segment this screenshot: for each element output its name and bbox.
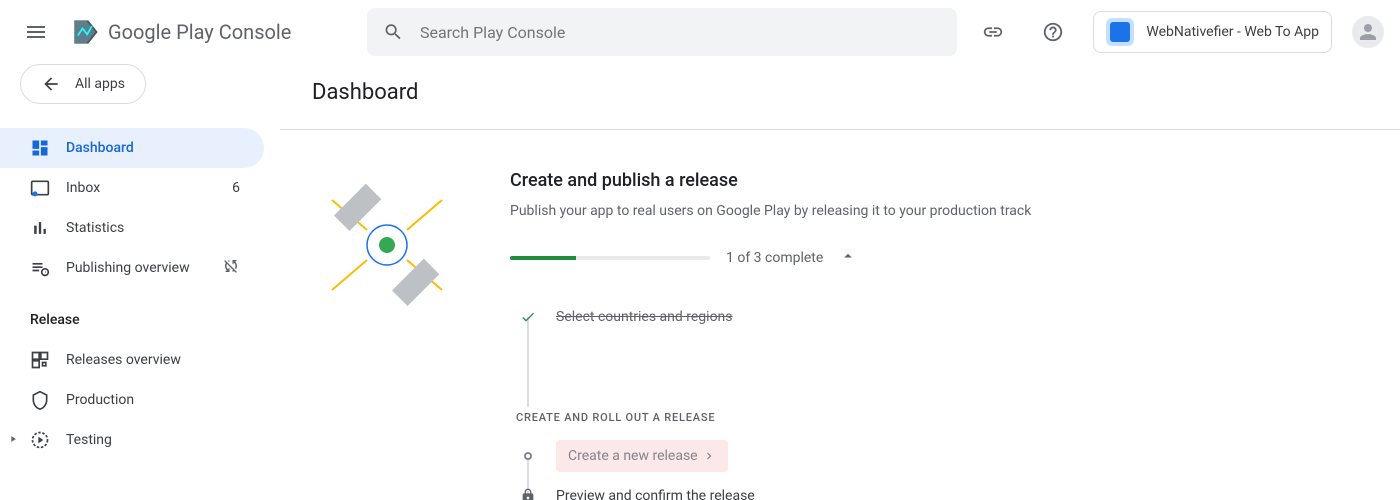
- link-button[interactable]: [973, 12, 1013, 52]
- releases-overview-icon: [30, 350, 50, 370]
- page-title: Dashboard: [312, 80, 1368, 105]
- progress-row[interactable]: 1 of 3 complete: [510, 247, 1368, 269]
- publishing-icon: [30, 258, 50, 278]
- dashboard-icon: [30, 138, 50, 158]
- progress-text: 1 of 3 complete: [726, 250, 823, 266]
- step-spacer: [516, 337, 1368, 387]
- step-link-countries[interactable]: Select countries and regions: [556, 309, 733, 325]
- sidebar-item-label: Inbox: [66, 180, 216, 196]
- page-header: Dashboard: [280, 64, 1400, 130]
- help-button[interactable]: [1033, 12, 1073, 52]
- lock-icon: [520, 488, 536, 500]
- logo-text: Google Play Console: [108, 20, 291, 44]
- all-apps-label: All apps: [75, 76, 125, 92]
- link-icon: [982, 21, 1004, 43]
- caret-right-icon: [8, 434, 18, 444]
- sidebar-section-release: Release: [0, 288, 280, 340]
- sidebar-item-label: Releases overview: [66, 352, 240, 368]
- create-release-button[interactable]: Create a new release: [556, 440, 728, 472]
- circle-empty-icon: [524, 452, 532, 460]
- sidebar-item-publishing-overview[interactable]: Publishing overview: [0, 248, 264, 288]
- sidebar-item-statistics[interactable]: Statistics: [0, 208, 264, 248]
- search-icon: [383, 21, 404, 43]
- logo[interactable]: Google Play Console: [72, 18, 291, 46]
- app-icon: [1106, 18, 1134, 46]
- sidebar-item-inbox[interactable]: Inbox 6: [0, 168, 264, 208]
- card-title: Create and publish a release: [510, 170, 1368, 191]
- testing-icon: [30, 430, 50, 450]
- step-create-label: Create a new release: [568, 448, 698, 464]
- sidebar-item-label: Publishing overview: [66, 260, 206, 276]
- app-selector[interactable]: WebNativefier - Web To App: [1093, 11, 1332, 53]
- chevron-right-icon: [702, 449, 716, 463]
- main-content: Dashboard Create and publish a release P…: [280, 64, 1400, 500]
- step-select-countries: Select countries and regions: [516, 297, 1368, 337]
- person-icon: [1356, 20, 1380, 44]
- statistics-icon: [30, 218, 50, 238]
- sidebar-item-dashboard[interactable]: Dashboard: [0, 128, 264, 168]
- progress-fill: [510, 256, 576, 260]
- sidebar: All apps Dashboard Inbox 6 Statistics Pu…: [0, 64, 280, 500]
- header-actions: WebNativefier - Web To App: [973, 11, 1384, 53]
- check-icon: [520, 308, 536, 326]
- all-apps-button[interactable]: All apps: [20, 64, 146, 104]
- hamburger-menu-button[interactable]: [16, 12, 56, 52]
- app-name: WebNativefier - Web To App: [1146, 24, 1319, 40]
- release-card: Create and publish a release Publish you…: [280, 130, 1400, 500]
- hamburger-icon: [24, 20, 48, 44]
- inbox-icon: [30, 178, 50, 198]
- step-preview-confirm: Preview and confirm the release: [516, 476, 1368, 500]
- section-label: CREATE AND ROLL OUT A RELEASE: [516, 411, 1368, 424]
- chevron-up-icon: [839, 247, 857, 265]
- sidebar-item-label: Statistics: [66, 220, 240, 236]
- profile-avatar[interactable]: [1352, 16, 1384, 48]
- sidebar-item-releases-overview[interactable]: Releases overview: [0, 340, 264, 380]
- progress-bar: [510, 256, 710, 260]
- steps-list: Select countries and regions CREATE AND …: [510, 297, 1368, 500]
- production-icon: [30, 390, 50, 410]
- help-icon: [1042, 21, 1064, 43]
- satellite-illustration: [312, 170, 462, 320]
- card-subtitle: Publish your app to real users on Google…: [510, 203, 1368, 219]
- sidebar-item-label: Production: [66, 392, 240, 408]
- search-bar[interactable]: [367, 8, 957, 56]
- step-create-release: Create a new release: [516, 436, 1368, 476]
- sidebar-item-production[interactable]: Production: [0, 380, 264, 420]
- satellite-icon: [312, 170, 462, 320]
- sidebar-item-label: Testing: [66, 432, 240, 448]
- play-console-logo-icon: [72, 18, 100, 46]
- app-header: Google Play Console WebNativefier - Web …: [0, 0, 1400, 64]
- sync-disabled-icon: [222, 257, 240, 275]
- search-input[interactable]: [420, 23, 941, 42]
- card-content: Create and publish a release Publish you…: [510, 170, 1368, 500]
- arrow-left-icon: [41, 74, 61, 94]
- sidebar-item-label: Dashboard: [66, 140, 240, 156]
- inbox-badge: 6: [232, 180, 240, 196]
- step-preview-label: Preview and confirm the release: [556, 488, 755, 500]
- sidebar-item-testing[interactable]: Testing: [0, 420, 264, 460]
